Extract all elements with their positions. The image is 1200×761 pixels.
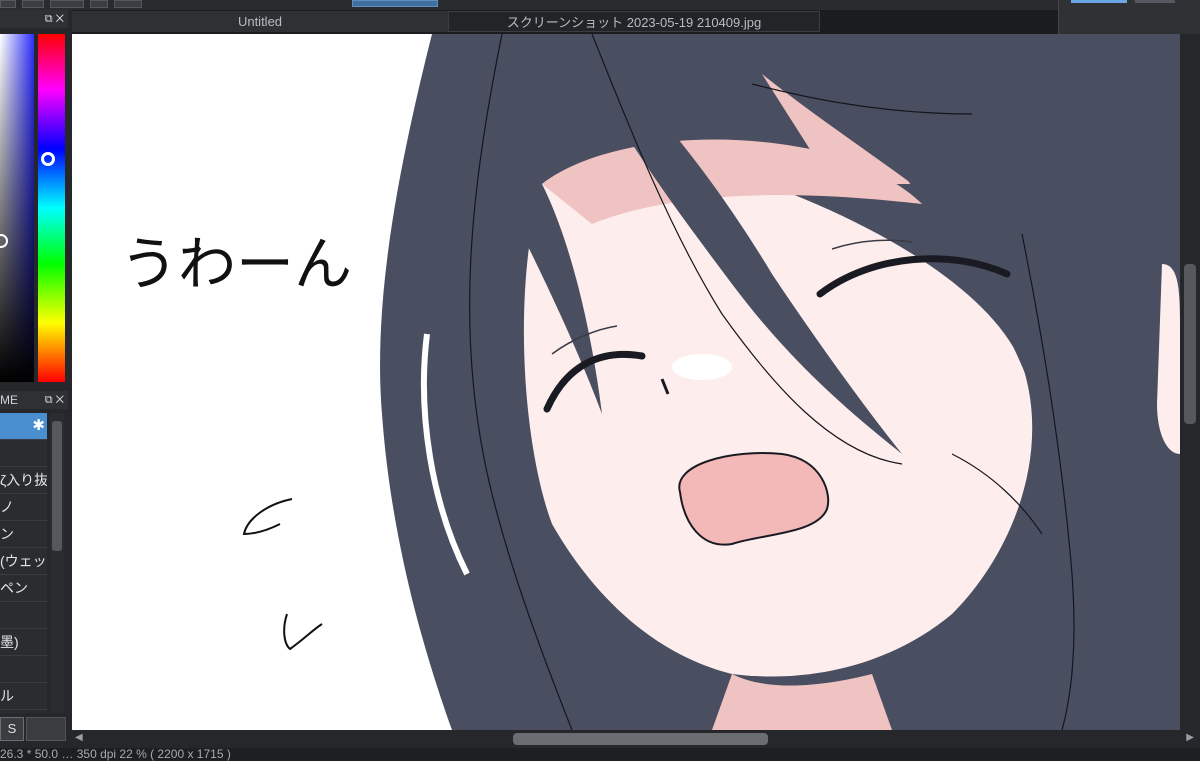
brush-list-item[interactable] [0, 656, 47, 683]
color-saturation-square[interactable] [0, 34, 34, 382]
scroll-right-icon[interactable]: ▶ [1186, 732, 1194, 743]
brush-list-item[interactable]: ✱ [0, 413, 47, 440]
canvas-vertical-scrollbar[interactable] [1180, 34, 1200, 730]
brush-list-item-label: ノ [0, 499, 14, 515]
brush-list-item-label: 墨) [0, 634, 19, 650]
color-panel-window-buttons[interactable]: ⧉ ✕ [45, 10, 64, 28]
color-picker-knob[interactable] [0, 234, 8, 248]
brush-list-item[interactable] [0, 602, 47, 629]
brush-list-item[interactable]: ζ入り抜 [0, 467, 47, 494]
top-toolbar [0, 0, 1200, 10]
pen-stroke [242, 498, 293, 536]
script-icon[interactable]: S [0, 717, 24, 741]
canvas-horizontal-scrollbar[interactable]: ◀ ▶ [72, 730, 1200, 748]
brush-list: ✱ζ入り抜ノン(ウェッペン墨)ルブラシ [0, 413, 47, 737]
toolbar-active-button[interactable] [352, 0, 438, 7]
scroll-left-icon[interactable]: ◀ [75, 732, 83, 743]
brush-footer-field[interactable] [26, 717, 66, 741]
brush-list-item[interactable]: 墨) [0, 629, 47, 656]
pen-stroke [283, 613, 323, 651]
tab-untitled[interactable]: Untitled [72, 11, 448, 32]
toolbar-button[interactable] [114, 0, 142, 8]
canvas-vertical-scroll-thumb[interactable] [1184, 264, 1196, 424]
brush-list-item[interactable]: ル [0, 683, 47, 710]
brush-list-scrollbar[interactable] [50, 413, 64, 713]
brush-list-item[interactable] [0, 440, 47, 467]
artwork: うわーん [120, 34, 1180, 730]
drawing-canvas[interactable]: うわーん [72, 34, 1180, 730]
toolbar-button[interactable] [22, 0, 44, 8]
canvas-horizontal-scroll-thumb[interactable] [513, 733, 768, 745]
hue-slider-knob[interactable] [41, 152, 55, 166]
document-tab-bar: Untitled スクリーンショット 2023-05-19 210409.jpg [72, 10, 1200, 34]
tab-screenshot[interactable]: スクリーンショット 2023-05-19 210409.jpg [448, 11, 820, 32]
brush-list-item-label: (ウェッ [0, 553, 47, 569]
brush-list-item[interactable]: (ウェッ [0, 548, 47, 575]
toolbar-button[interactable] [50, 0, 84, 8]
brush-list-item-label: ン [0, 526, 14, 542]
brush-list-item-label: ル [0, 688, 14, 704]
color-panel-header: ⧉ ✕ [0, 10, 68, 28]
brush-list-scroll-thumb[interactable] [52, 421, 62, 551]
brush-list-item-label: ζ入り抜 [0, 472, 47, 488]
brush-panel-window-buttons[interactable]: ⧉ ✕ [45, 391, 64, 409]
toolbar-button[interactable] [0, 0, 16, 8]
gear-icon[interactable]: ✱ [32, 413, 45, 439]
brush-panel-header: ME ⧉ ✕ [0, 391, 68, 409]
status-bar: 26.3 * 50.0 … 350 dpi 22 % ( 2200 x 1715… [0, 748, 1200, 761]
handwritten-text: うわーん [120, 230, 352, 298]
brush-list-item[interactable]: ン [0, 521, 47, 548]
brush-list-item-label: ペン [0, 580, 28, 596]
floating-panel-cancel-button[interactable] [1135, 0, 1175, 3]
hue-slider[interactable] [38, 34, 65, 382]
brush-panel-footer: S [0, 713, 68, 743]
toolbar-button[interactable] [90, 0, 108, 8]
floating-panel-ok-button[interactable] [1071, 0, 1127, 3]
nose-highlight [672, 354, 732, 380]
brush-list-item[interactable]: ペン [0, 575, 47, 602]
brush-panel-title: ME [0, 393, 18, 407]
brush-list-item[interactable]: ノ [0, 494, 47, 521]
